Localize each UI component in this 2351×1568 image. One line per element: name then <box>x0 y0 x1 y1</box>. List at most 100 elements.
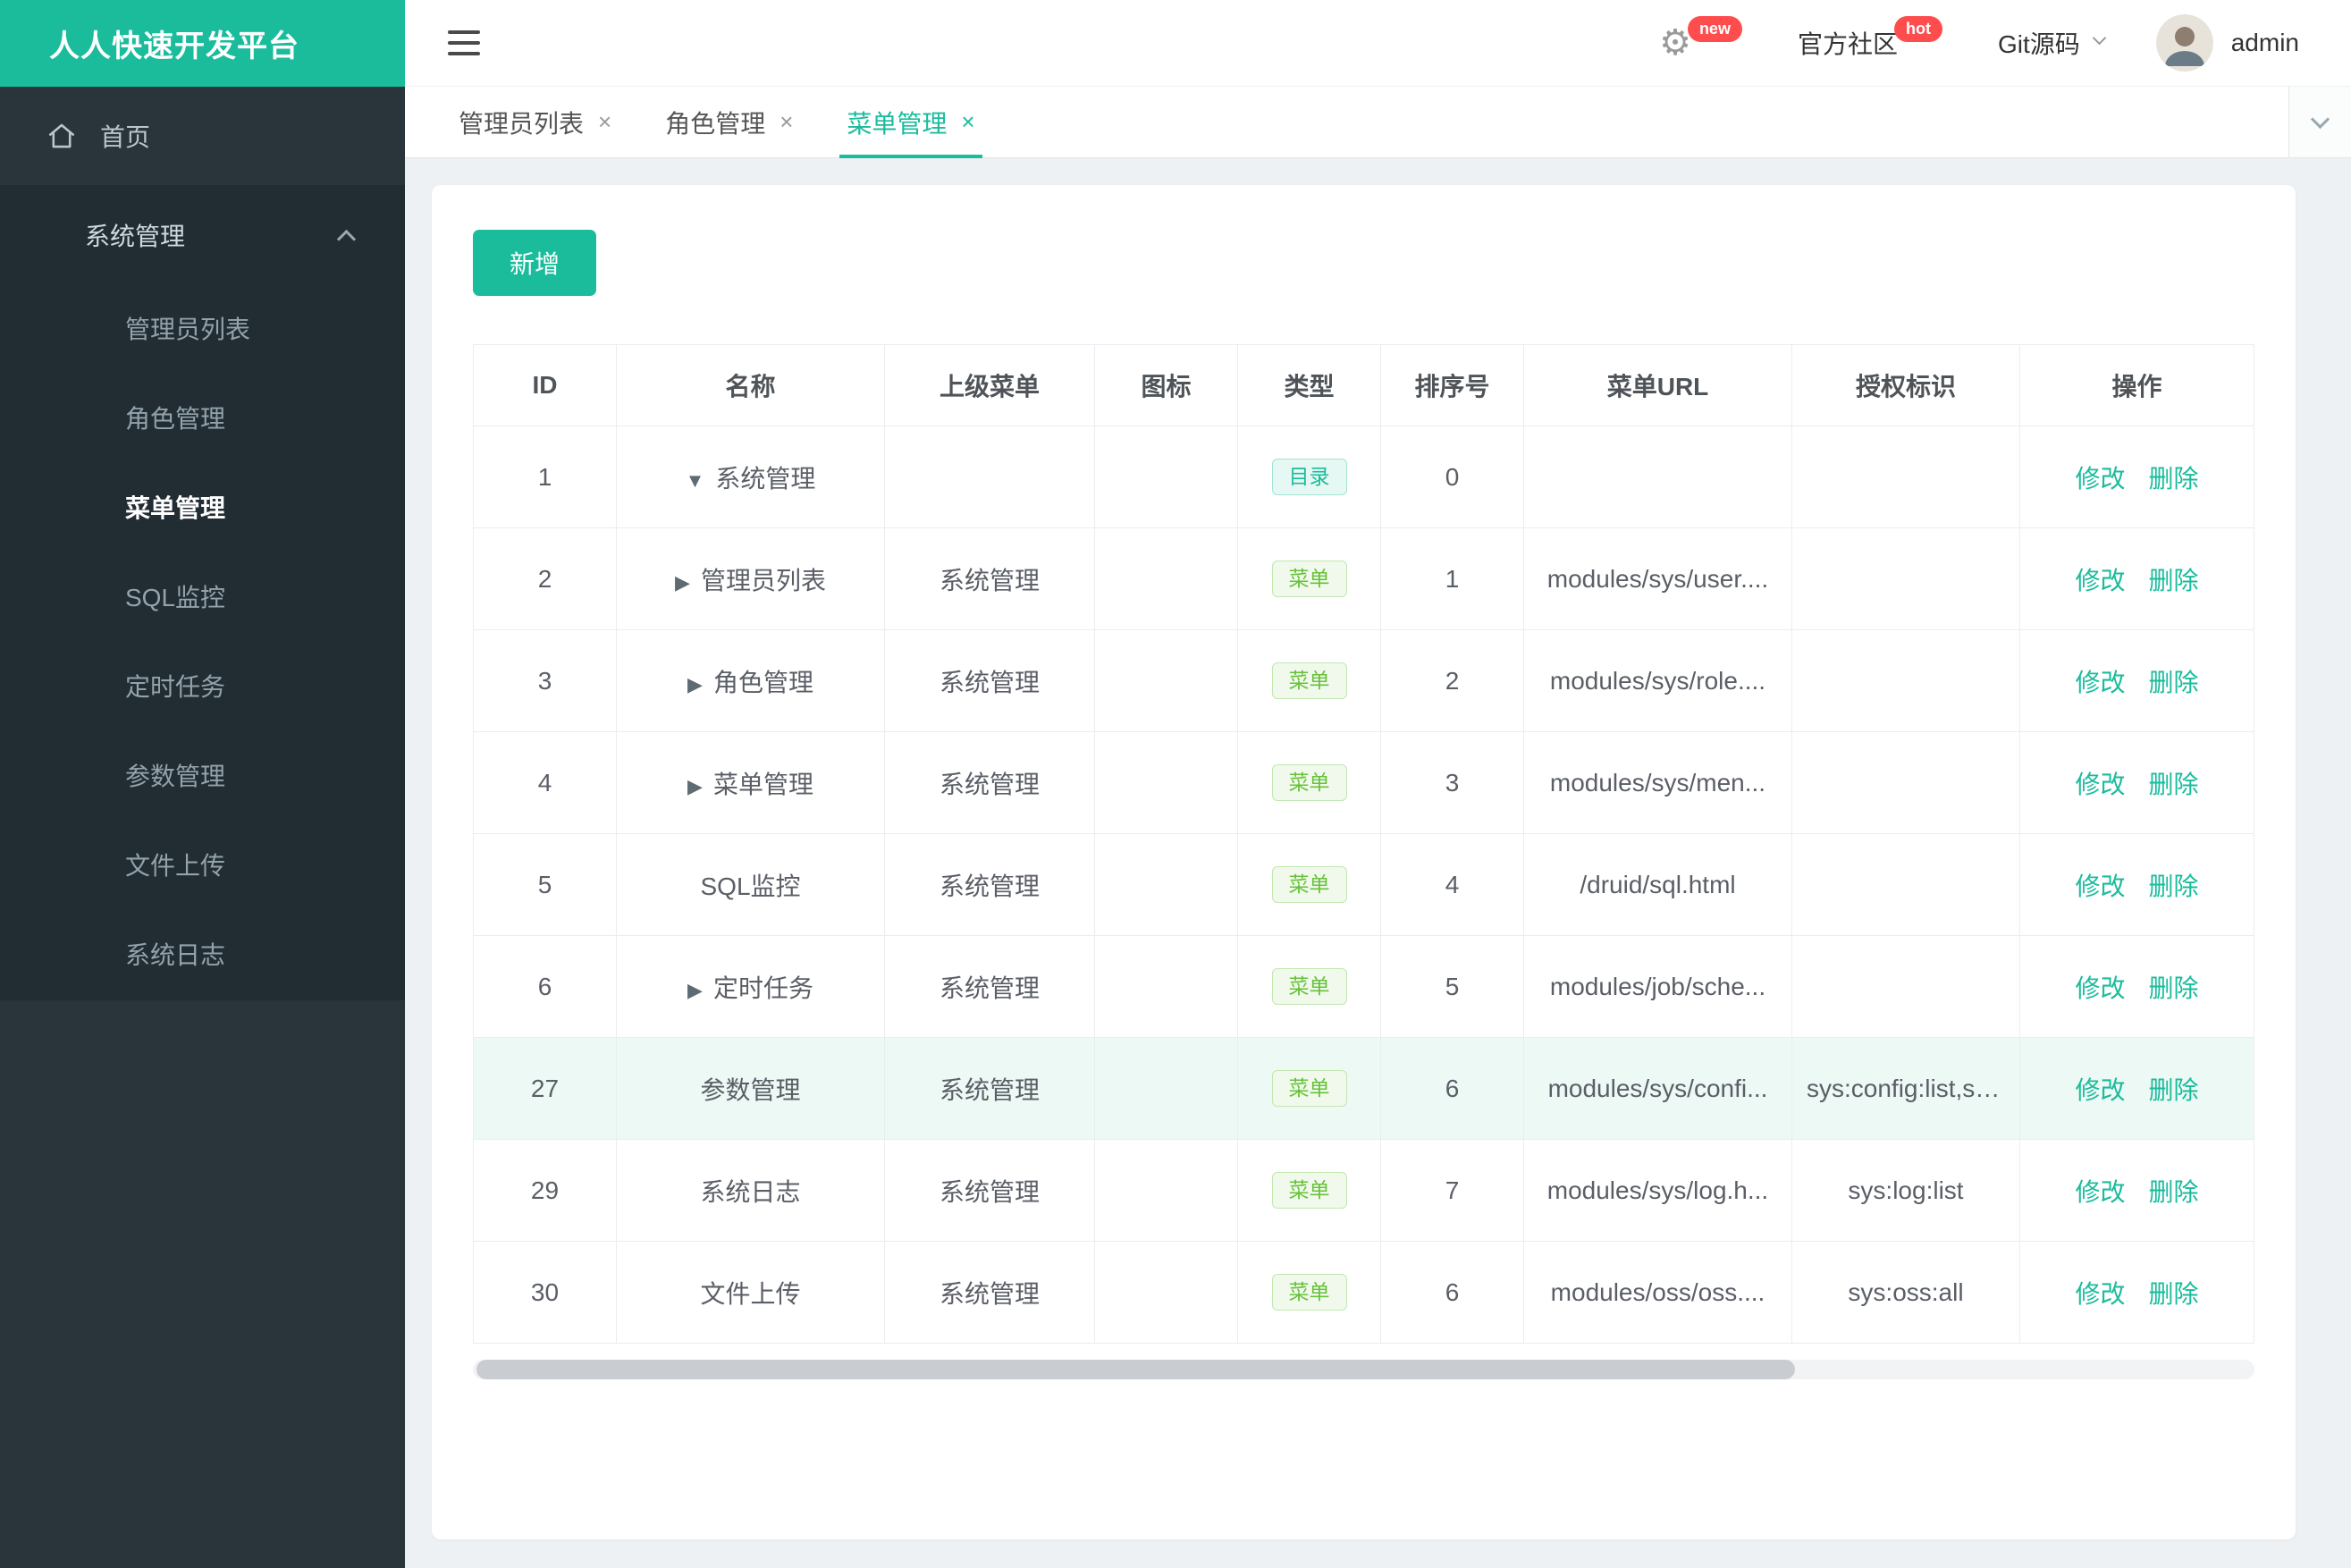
expand-arrow-icon[interactable]: ▼ <box>686 469 705 492</box>
sidebar-submenu: 管理员列表 角色管理 菜单管理 SQL监控 定时任务 参数管理 文件上传 系统日志 <box>0 285 405 1000</box>
edit-link[interactable]: 修改 <box>2075 974 2125 1002</box>
expand-arrow-icon[interactable]: ▶ <box>687 775 703 797</box>
cell-id: 29 <box>473 1139 617 1242</box>
cell-parent: 系统管理 <box>884 1241 1095 1344</box>
cell-type: 菜单 <box>1237 1139 1381 1242</box>
sidebar-item-7[interactable]: 系统日志 <box>0 911 405 1000</box>
expand-arrow-icon[interactable]: ▶ <box>687 979 703 1001</box>
cell-id: 27 <box>473 1037 617 1140</box>
menu-toggle-button[interactable] <box>448 30 480 55</box>
cell-ops: 修改 删除 <box>2019 1037 2254 1140</box>
column-header-1: 名称 <box>616 344 885 426</box>
delete-link[interactable]: 删除 <box>2149 974 2199 1002</box>
delete-link[interactable]: 删除 <box>2149 1076 2199 1104</box>
edit-link[interactable]: 修改 <box>2075 873 2125 900</box>
sidebar-item-2[interactable]: 菜单管理 <box>0 464 405 553</box>
cell-parent: 系统管理 <box>884 935 1095 1038</box>
cell-parent: 系统管理 <box>884 833 1095 936</box>
tab-0[interactable]: 管理员列表 × <box>432 87 638 157</box>
column-header-8: 操作 <box>2019 344 2254 426</box>
cell-icon <box>1094 935 1238 1038</box>
tab-close-icon[interactable]: × <box>779 108 793 136</box>
type-badge: 菜单 <box>1271 1070 1347 1107</box>
tab-1[interactable]: 角色管理 × <box>638 87 820 157</box>
sidebar-group-system-toggle[interactable]: 系统管理 <box>0 185 405 285</box>
edit-link[interactable]: 修改 <box>2075 1076 2125 1104</box>
add-button[interactable]: 新增 <box>473 230 596 296</box>
cell-perms <box>1791 935 2020 1038</box>
type-badge: 菜单 <box>1271 866 1347 903</box>
app-root: 人人快速开发平台 首页 系统管理 管理员列表 角色管理 菜单管理 SQL监控 定时任务参… <box>0 0 2351 1568</box>
topbar-right: ⚙ new 官方社区 hot Git源码 admin <box>1659 14 2299 72</box>
git-source-link[interactable]: Git源码 <box>1998 25 2107 61</box>
cell-parent: 系统管理 <box>884 629 1095 732</box>
chevron-down-icon <box>2092 30 2107 45</box>
cell-icon <box>1094 1139 1238 1242</box>
delete-link[interactable]: 删除 <box>2149 873 2199 900</box>
edit-link[interactable]: 修改 <box>2075 1280 2125 1308</box>
cell-perms <box>1791 629 2020 732</box>
menu-name: SQL监控 <box>700 872 801 900</box>
menu-table: ID 名称 上级菜单 图标 类型 排序号 菜单URL 授权标识 操作 1 ▼ 系统管理 目录 0 修改 删除… <box>473 344 2254 1344</box>
edit-link[interactable]: 修改 <box>2075 771 2125 798</box>
sidebar-item-4[interactable]: 定时任务 <box>0 643 405 732</box>
community-link[interactable]: 官方社区 hot <box>1798 15 1946 61</box>
edit-link[interactable]: 修改 <box>2075 1178 2125 1206</box>
sidebar-item-1[interactable]: 角色管理 <box>0 375 405 464</box>
cell-perms: sys:log:list <box>1791 1139 2020 1242</box>
brand-title: 人人快速开发平台 <box>0 0 405 87</box>
cell-url: modules/sys/user.... <box>1523 527 1792 630</box>
avatar <box>2155 14 2213 72</box>
cell-name: SQL监控 <box>616 833 885 936</box>
edit-link[interactable]: 修改 <box>2075 567 2125 594</box>
cell-icon <box>1094 426 1238 528</box>
menu-name: 管理员列表 <box>700 566 826 594</box>
type-badge: 菜单 <box>1271 764 1347 801</box>
delete-link[interactable]: 删除 <box>2149 1280 2199 1308</box>
hot-badge: hot <box>1893 15 1942 42</box>
settings-button[interactable]: ⚙ new <box>1659 15 1746 61</box>
tab-close-icon[interactable]: × <box>961 108 974 136</box>
expand-arrow-icon[interactable]: ▶ <box>687 673 703 695</box>
main-column: ⚙ new 官方社区 hot Git源码 admin 管理员列表 × 角色管理 … <box>405 0 2351 1568</box>
cell-ops: 修改 删除 <box>2019 1241 2254 1344</box>
sidebar-item-5[interactable]: 参数管理 <box>0 732 405 822</box>
tab-close-icon[interactable]: × <box>598 108 611 136</box>
sidebar-item-6[interactable]: 文件上传 <box>0 822 405 911</box>
column-header-5: 排序号 <box>1380 344 1524 426</box>
edit-link[interactable]: 修改 <box>2075 465 2125 493</box>
horizontal-scrollbar[interactable] <box>473 1360 2254 1379</box>
delete-link[interactable]: 删除 <box>2149 567 2199 594</box>
column-header-2: 上级菜单 <box>884 344 1095 426</box>
menu-name: 菜单管理 <box>712 770 813 798</box>
user-menu[interactable]: admin <box>2155 14 2299 72</box>
cell-order: 7 <box>1380 1139 1524 1242</box>
cell-name: ▼ 系统管理 <box>616 426 885 528</box>
edit-link[interactable]: 修改 <box>2075 669 2125 696</box>
table-row: 3 ▶ 角色管理 系统管理 菜单 2 modules/sys/role.... 修改 删除 <box>473 629 2254 732</box>
cell-order: 6 <box>1380 1037 1524 1140</box>
delete-link[interactable]: 删除 <box>2149 669 2199 696</box>
sidebar-item-0[interactable]: 管理员列表 <box>0 285 405 375</box>
tabs-dropdown-button[interactable] <box>2288 87 2351 157</box>
delete-link[interactable]: 删除 <box>2149 1178 2199 1206</box>
cell-url: modules/job/sche... <box>1523 935 1792 1038</box>
cell-ops: 修改 删除 <box>2019 833 2254 936</box>
cell-perms: sys:oss:all <box>1791 1241 2020 1344</box>
cell-name: ▶ 菜单管理 <box>616 731 885 834</box>
column-header-3: 图标 <box>1094 344 1238 426</box>
sidebar-item-3[interactable]: SQL监控 <box>0 553 405 643</box>
cell-url: modules/sys/men... <box>1523 731 1792 834</box>
cell-id: 6 <box>473 935 617 1038</box>
delete-link[interactable]: 删除 <box>2149 465 2199 493</box>
tab-2[interactable]: 菜单管理 × <box>820 87 1001 158</box>
cell-id: 4 <box>473 731 617 834</box>
sidebar-item-home[interactable]: 首页 <box>0 87 405 185</box>
expand-arrow-icon[interactable]: ▶ <box>675 571 690 594</box>
cell-perms: sys:config:list,sys:. <box>1791 1037 2020 1140</box>
cell-url: modules/sys/role.... <box>1523 629 1792 732</box>
new-badge: new <box>1687 15 1742 42</box>
delete-link[interactable]: 删除 <box>2149 771 2199 798</box>
cell-name: ▶ 角色管理 <box>616 629 885 732</box>
scrollbar-thumb[interactable] <box>476 1360 1795 1379</box>
